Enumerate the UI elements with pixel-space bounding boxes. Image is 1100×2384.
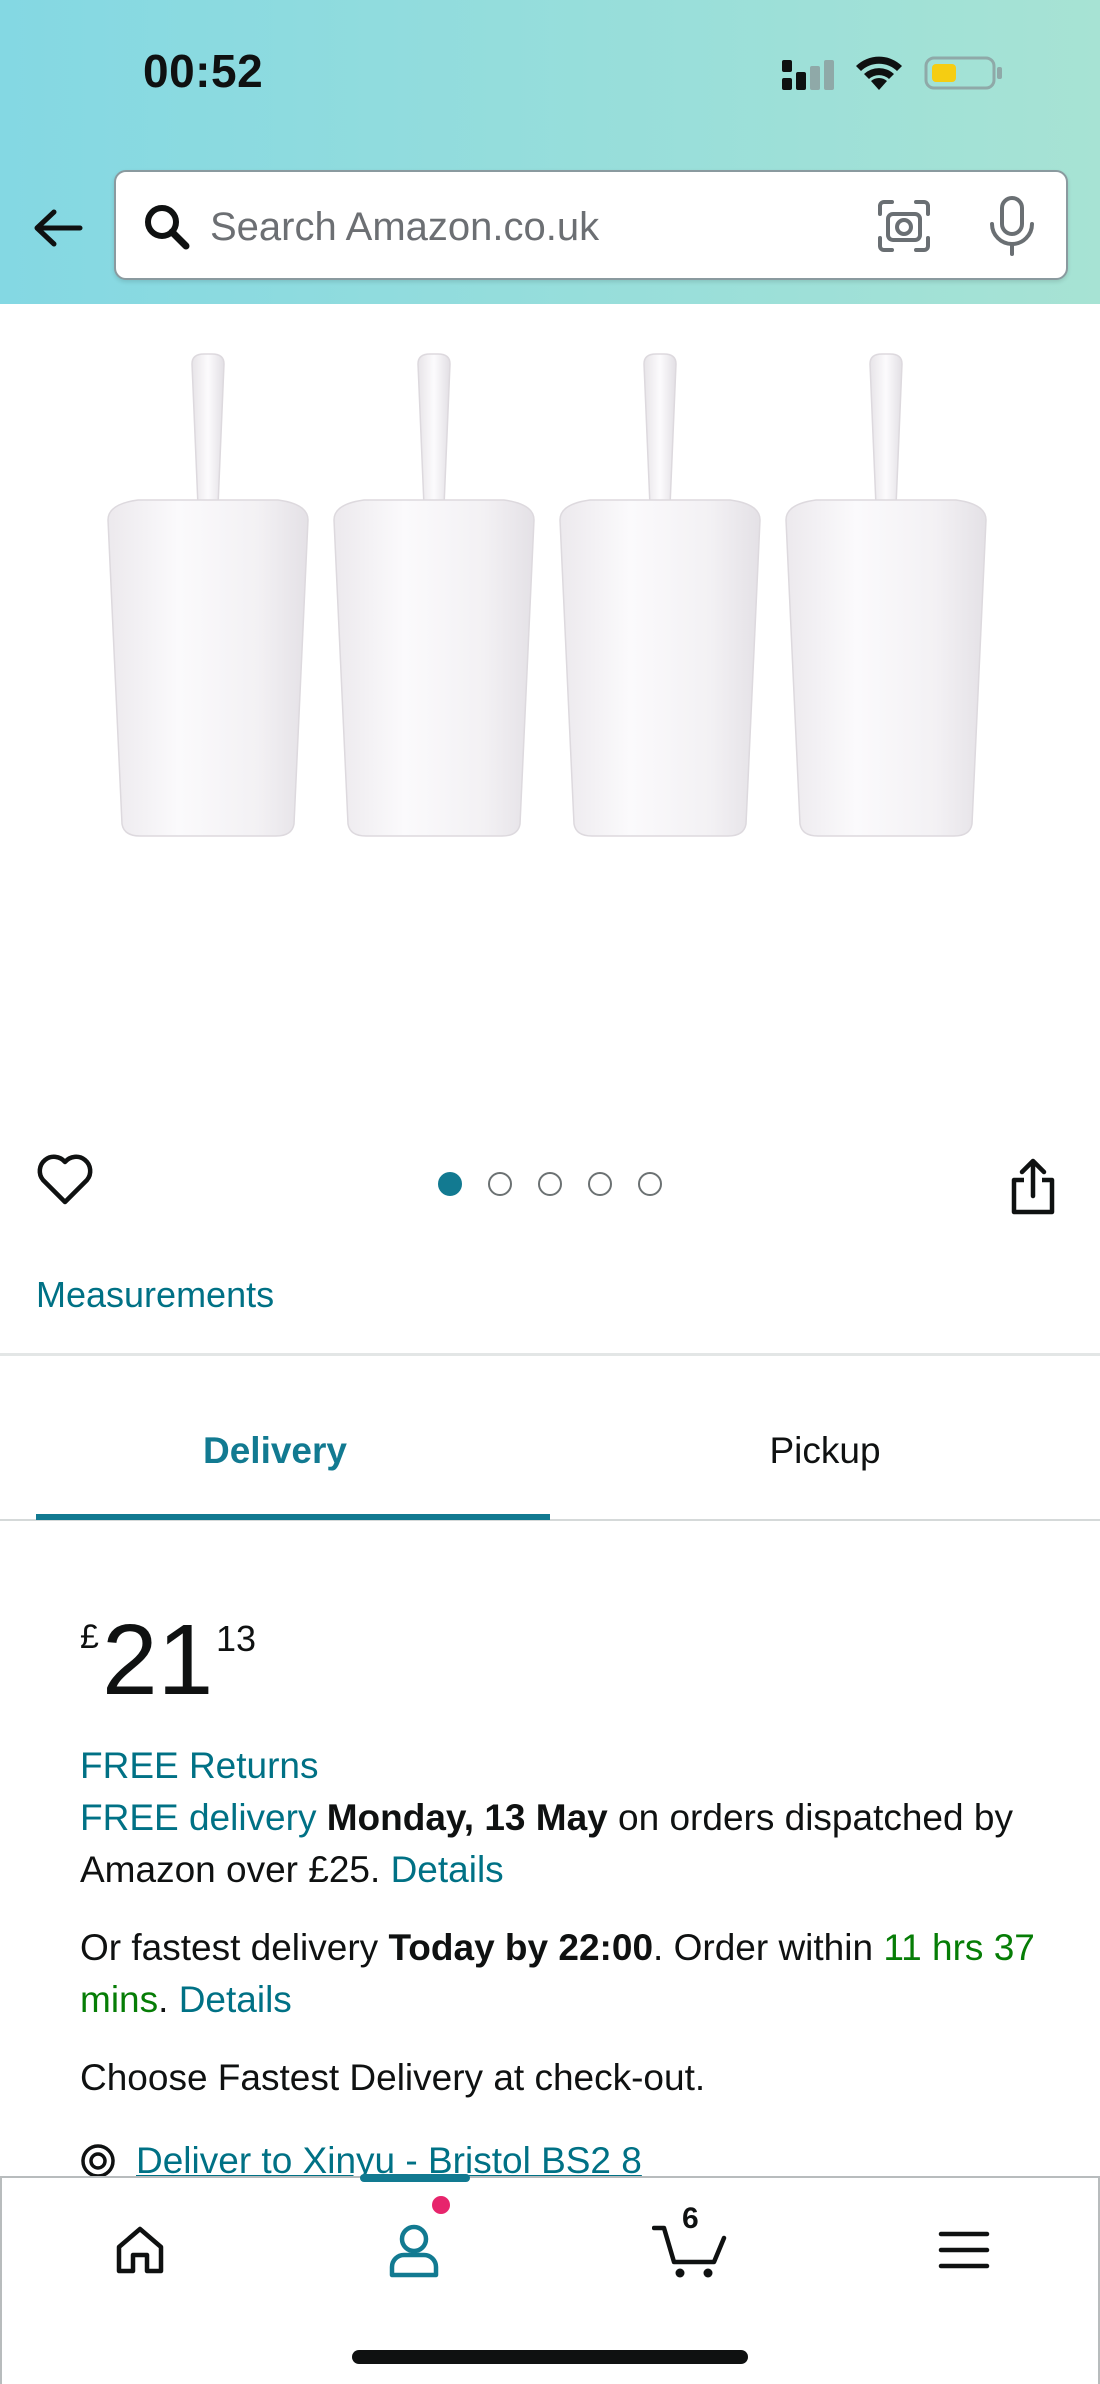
home-indicator[interactable] (352, 2350, 748, 2364)
search-input[interactable] (210, 192, 790, 262)
cellular-signal-icon (782, 60, 834, 90)
account-icon (389, 2224, 439, 2278)
active-nav-indicator (360, 2174, 470, 2182)
carousel-dot[interactable] (588, 1172, 612, 1196)
cart-count: 6 (682, 2202, 699, 2235)
nav-menu[interactable] (924, 2210, 1004, 2290)
active-tab-indicator (36, 1514, 550, 1520)
microphone-icon[interactable] (984, 194, 1040, 258)
share-icon[interactable] (1006, 1158, 1060, 1216)
delivery-date: Monday, 13 May (326, 1797, 608, 1838)
battery-icon (924, 56, 1002, 90)
back-button[interactable] (28, 200, 88, 256)
price-fraction: 13 (216, 1618, 257, 1659)
free-delivery-info: FREE delivery Monday, 13 May on orders d… (80, 1792, 1040, 1896)
tab-delivery[interactable]: Delivery (18, 1430, 532, 1472)
arrow-left-icon (34, 209, 83, 247)
notification-badge (430, 2194, 452, 2216)
free-delivery-link[interactable]: FREE delivery (80, 1797, 316, 1838)
status-time: 00:52 (143, 45, 264, 97)
hamburger-menu-icon (938, 2231, 990, 2269)
carousel-dot[interactable] (488, 1172, 512, 1196)
price-currency: £ (80, 1618, 99, 1656)
image-carousel-dots (438, 1172, 662, 1196)
details-link[interactable]: Details (179, 1979, 292, 2020)
search-bar[interactable] (114, 170, 1068, 280)
heart-icon[interactable] (36, 1152, 94, 1206)
carousel-dot[interactable] (538, 1172, 562, 1196)
nav-account[interactable] (374, 2210, 454, 2290)
price-whole: 21 (102, 1604, 214, 1716)
measurements-link[interactable]: Measurements (36, 1274, 274, 1316)
free-returns-text[interactable]: FREE Returns (80, 1745, 319, 1786)
carousel-dot[interactable] (638, 1172, 662, 1196)
carousel-dot[interactable] (438, 1172, 462, 1196)
app-header: 00:52 (0, 0, 1100, 304)
product-image[interactable] (0, 304, 1100, 1104)
free-returns-link[interactable]: FREE Returns (80, 1740, 1040, 1792)
home-icon (116, 2226, 164, 2274)
camera-scan-icon[interactable] (874, 196, 934, 256)
section-divider (0, 1353, 1100, 1356)
location-target-icon (81, 2144, 115, 2178)
wifi-icon (856, 56, 902, 90)
fastest-time: Today by 22:00 (388, 1927, 654, 1968)
fastest-delivery-info: Or fastest delivery Today by 22:00. Orde… (80, 1922, 1040, 2026)
nav-home[interactable] (100, 2210, 180, 2290)
order-within-label: . Order within (653, 1927, 884, 1968)
tab-pickup[interactable]: Pickup (550, 1430, 1100, 1472)
choose-fastest-text: Choose Fastest Delivery at check-out. (80, 2057, 706, 2098)
search-icon (145, 205, 190, 250)
fastest-prefix: Or fastest delivery (80, 1927, 389, 1968)
period: . (158, 1979, 169, 2020)
details-link[interactable]: Details (391, 1849, 504, 1890)
